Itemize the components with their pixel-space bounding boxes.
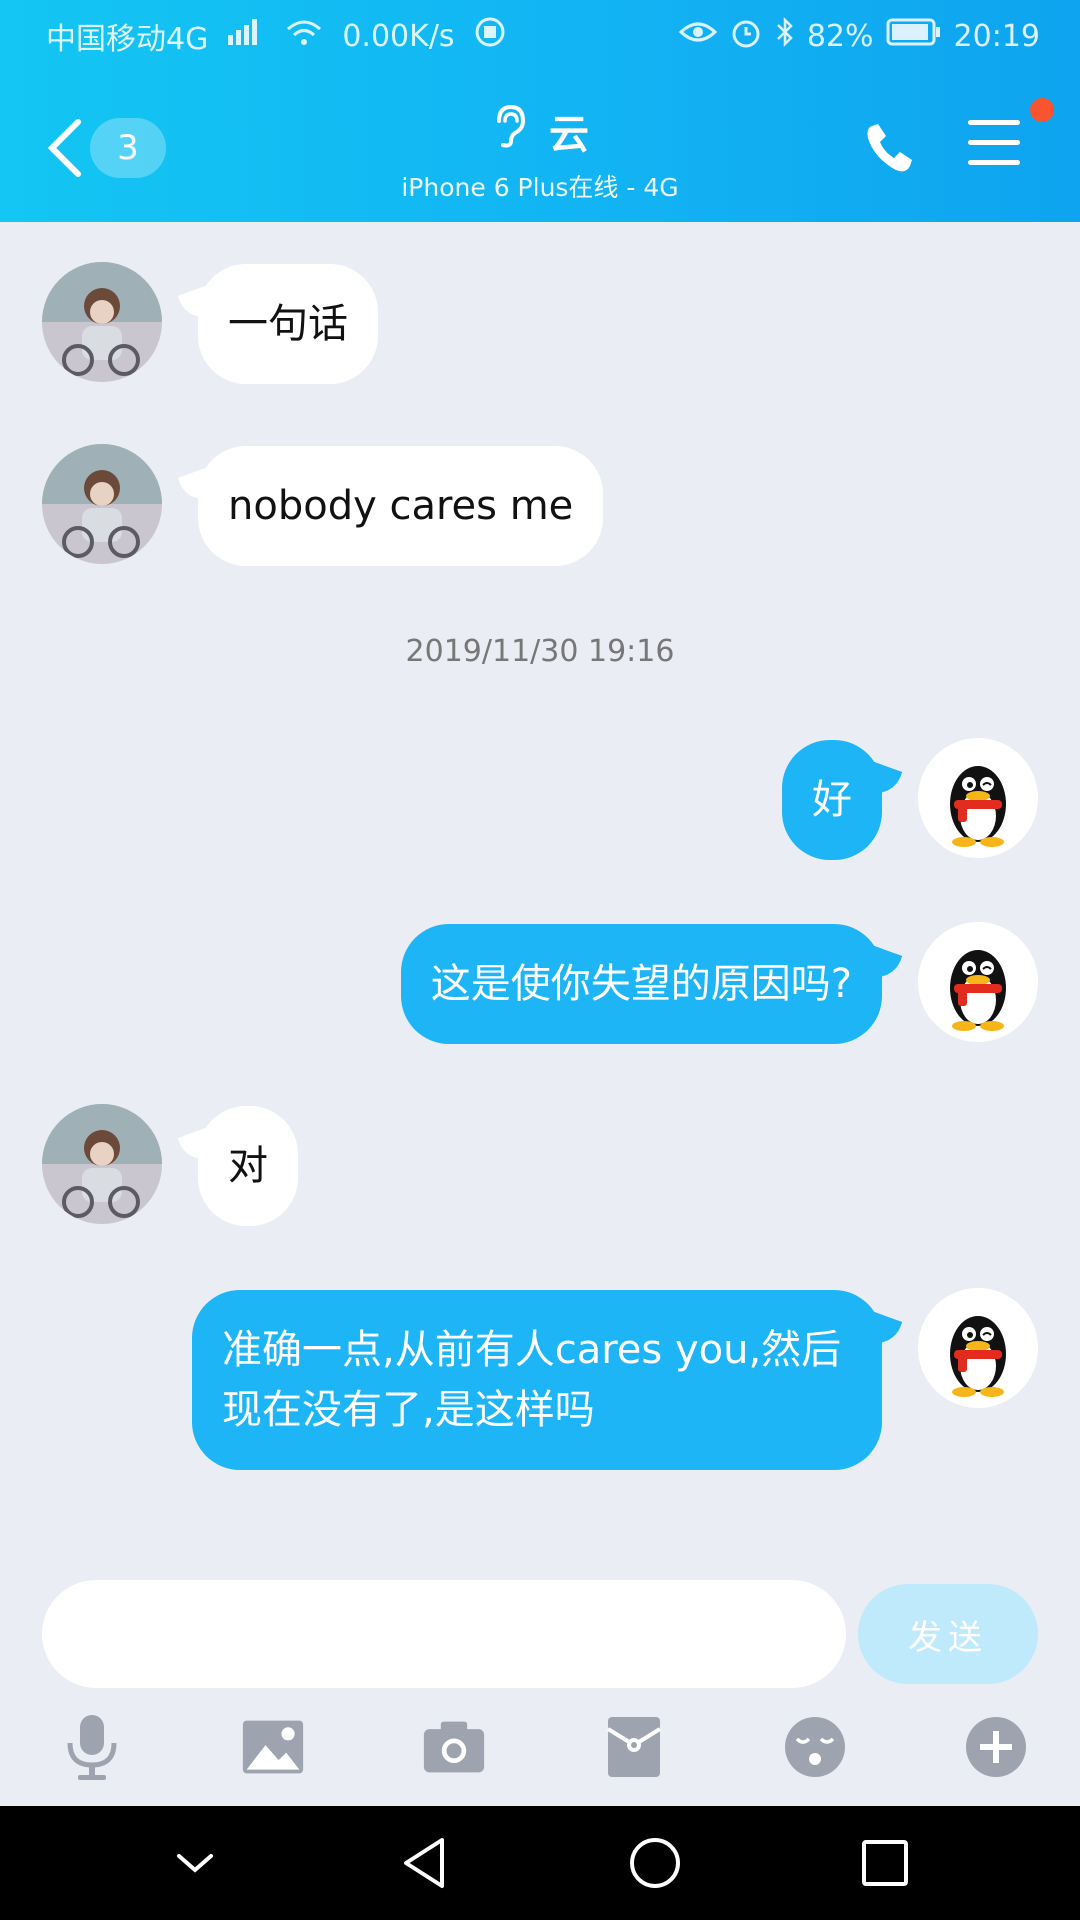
alarm-icon bbox=[729, 15, 763, 57]
red-packet-icon[interactable] bbox=[602, 1715, 666, 1779]
contact-avatar[interactable] bbox=[42, 1104, 162, 1224]
incoming-bubble[interactable]: 一句话 bbox=[198, 264, 378, 384]
message-row: 这是使你失望的原因吗? bbox=[0, 922, 1080, 1046]
battery-icon bbox=[886, 17, 942, 55]
hide-keyboard-button[interactable] bbox=[160, 1828, 230, 1898]
system-recents-button[interactable] bbox=[850, 1828, 920, 1898]
eye-icon bbox=[678, 17, 718, 55]
voice-call-button[interactable] bbox=[862, 120, 918, 176]
bluetooth-icon bbox=[775, 15, 795, 57]
signal-icon bbox=[226, 17, 266, 55]
message-row: 对 bbox=[0, 1104, 1080, 1228]
menu-button[interactable] bbox=[968, 120, 1024, 172]
outgoing-bubble[interactable]: 准确一点,从前有人cares you,然后现在没有了,是这样吗 bbox=[192, 1290, 882, 1470]
chat-header: 中国移动4G 0.00K/s 82% 20:19 3 云 iPhone 6 Pl… bbox=[0, 0, 1080, 222]
chevron-down-icon bbox=[177, 1854, 213, 1873]
notification-dot bbox=[1030, 98, 1054, 122]
my-avatar[interactable] bbox=[918, 1288, 1038, 1408]
status-bar: 中国移动4G 0.00K/s 82% 20:19 bbox=[0, 0, 1080, 72]
message-row: 好 bbox=[0, 738, 1080, 862]
system-back-button[interactable] bbox=[390, 1828, 460, 1898]
input-bar: 发送 bbox=[0, 1552, 1080, 1688]
penguin-icon bbox=[918, 738, 1038, 858]
penguin-icon bbox=[918, 922, 1038, 1042]
plus-icon[interactable] bbox=[964, 1715, 1028, 1779]
penguin-icon bbox=[918, 1288, 1038, 1408]
send-button[interactable]: 发送 bbox=[858, 1584, 1038, 1684]
message-timestamp: 2019/11/30 19:16 bbox=[405, 634, 675, 669]
outgoing-bubble[interactable]: 这是使你失望的原因吗? bbox=[400, 924, 882, 1044]
battery-percent: 82% bbox=[806, 18, 874, 54]
carrier-label: 中国移动4G bbox=[46, 22, 209, 57]
incoming-bubble[interactable]: nobody cares me bbox=[198, 446, 604, 566]
network-speed: 0.00K/s bbox=[342, 18, 455, 54]
message-row: 准确一点,从前有人cares you,然后现在没有了,是这样吗 bbox=[0, 1288, 1080, 1524]
outgoing-bubble[interactable]: 好 bbox=[782, 740, 882, 860]
circle-home-icon bbox=[630, 1838, 680, 1888]
contact-avatar[interactable] bbox=[42, 444, 162, 564]
menu-icon bbox=[968, 120, 1020, 125]
message-row: 一句话 bbox=[0, 262, 1080, 386]
camera-icon[interactable] bbox=[422, 1715, 486, 1779]
app-notification-icon bbox=[473, 15, 507, 57]
my-avatar[interactable] bbox=[918, 922, 1038, 1042]
wifi-icon bbox=[284, 17, 324, 55]
contact-avatar[interactable] bbox=[42, 262, 162, 382]
image-icon[interactable] bbox=[241, 1715, 305, 1779]
square-recents-icon bbox=[862, 1840, 908, 1886]
phone-icon bbox=[867, 124, 912, 172]
incoming-bubble[interactable]: 对 bbox=[198, 1106, 298, 1226]
contact-status: iPhone 6 Plus在线 - 4G bbox=[401, 173, 679, 202]
system-navigation-bar bbox=[0, 1806, 1080, 1920]
emoji-icon[interactable] bbox=[783, 1715, 847, 1779]
chat-nav-bar: 3 云 iPhone 6 Plus在线 - 4G bbox=[0, 90, 1080, 210]
triangle-back-icon bbox=[404, 1838, 444, 1888]
ear-icon bbox=[491, 103, 527, 159]
chat-toolbar bbox=[0, 1688, 1080, 1806]
contact-title[interactable]: 云 iPhone 6 Plus在线 - 4G bbox=[0, 102, 1080, 204]
clock: 20:19 bbox=[953, 18, 1040, 54]
system-home-button[interactable] bbox=[620, 1828, 690, 1898]
microphone-icon[interactable] bbox=[60, 1715, 124, 1780]
message-row: nobody cares me bbox=[0, 444, 1080, 568]
message-input[interactable] bbox=[42, 1580, 846, 1688]
message-list[interactable]: 一句话 nobody cares me 2019/11/30 19:16 好 这… bbox=[0, 222, 1080, 1552]
my-avatar[interactable] bbox=[918, 738, 1038, 858]
contact-name: 云 bbox=[549, 112, 589, 158]
